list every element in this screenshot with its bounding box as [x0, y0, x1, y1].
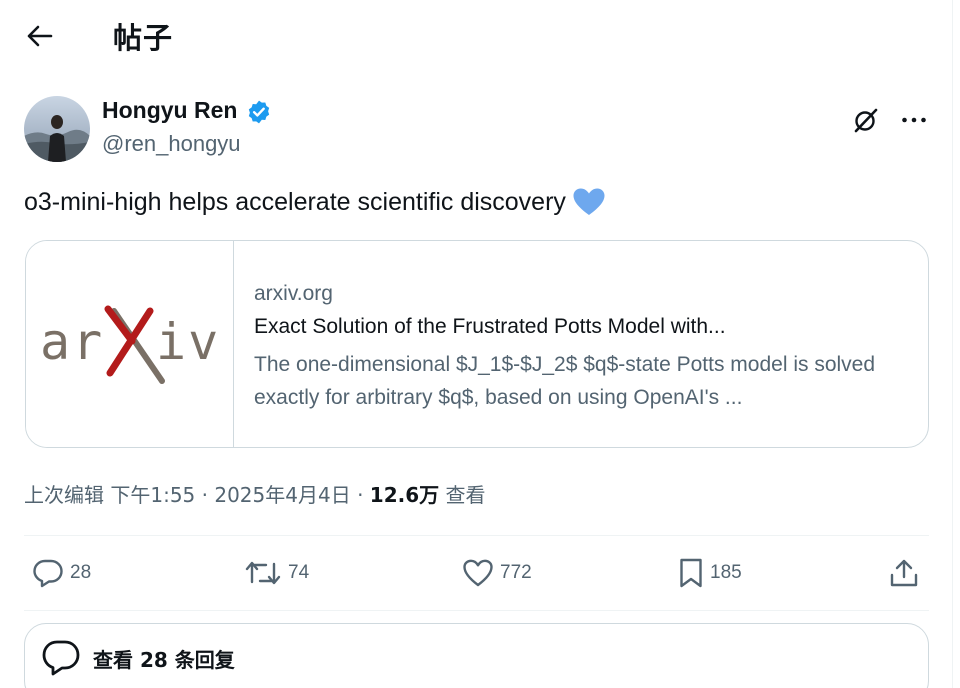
top-bar: 帖子 — [0, 0, 952, 70]
reply-icon — [33, 559, 63, 588]
grok-icon — [854, 108, 878, 133]
post-text: o3-mini-high helps accelerate scientific… — [24, 185, 606, 226]
column-border — [952, 0, 953, 688]
svg-text:iv: iv — [156, 313, 220, 371]
author-name[interactable]: Hongyu Ren — [102, 97, 237, 124]
arrow-left-icon — [27, 25, 53, 47]
post-date[interactable]: 2025年4月4日 — [214, 483, 350, 507]
card-title: Exact Solution of the Frustrated Potts M… — [254, 315, 726, 338]
bookmark-count: 185 — [710, 562, 742, 583]
heart-icon — [463, 559, 493, 587]
show-replies-button[interactable]: 查看 28 条回复 — [24, 623, 929, 688]
edited-label[interactable]: 上次编辑 — [24, 483, 104, 507]
repost-button[interactable]: 74 — [244, 556, 309, 590]
grok-button[interactable] — [848, 102, 884, 138]
link-preview-card[interactable]: ar iv arxiv.org Exact Solution of the Fr… — [25, 240, 929, 448]
like-count: 772 — [500, 562, 532, 583]
card-domain: arxiv.org — [254, 282, 333, 305]
post-time[interactable]: 下午1:55 — [110, 483, 195, 507]
divider — [24, 535, 929, 536]
like-button[interactable]: 772 — [462, 556, 532, 590]
views-count: 12.6万 — [369, 483, 440, 507]
bookmark-button[interactable]: 185 — [678, 556, 742, 590]
svg-text:ar: ar — [40, 313, 104, 371]
back-button[interactable] — [20, 16, 60, 56]
repost-count: 74 — [288, 562, 310, 583]
avatar-photo — [24, 96, 90, 162]
show-replies-label: 查看 28 条回复 — [93, 647, 235, 672]
verified-badge-icon — [248, 100, 270, 124]
meta-separator: · — [201, 483, 208, 507]
share-icon — [890, 559, 918, 587]
reply-count: 28 — [70, 562, 92, 583]
meta-separator: · — [357, 483, 364, 507]
bookmark-icon — [680, 558, 702, 588]
reply-icon — [42, 640, 80, 676]
views-label: 查看 — [445, 483, 486, 507]
post-text-content: o3-mini-high helps accelerate scientific… — [24, 188, 566, 216]
share-button[interactable] — [888, 556, 920, 590]
arxiv-logo: ar iv — [40, 305, 220, 384]
card-description: The one-dimensional $J_1$-$J_2$ $q$-stat… — [254, 353, 876, 409]
divider — [24, 610, 929, 611]
ellipsis-icon — [902, 117, 926, 123]
repost-icon — [245, 561, 281, 585]
blue-heart-icon — [572, 187, 606, 226]
reply-button[interactable]: 28 — [32, 556, 91, 590]
page-title: 帖子 — [113, 21, 174, 55]
more-options-button[interactable] — [896, 102, 932, 138]
card-thumbnail: ar iv — [26, 241, 234, 447]
author-handle[interactable]: @ren_hongyu — [102, 131, 241, 157]
avatar[interactable] — [24, 96, 90, 162]
post-meta: 上次编辑 下午1:55 · 2025年4月4日 · 12.6万 查看 — [24, 479, 486, 508]
